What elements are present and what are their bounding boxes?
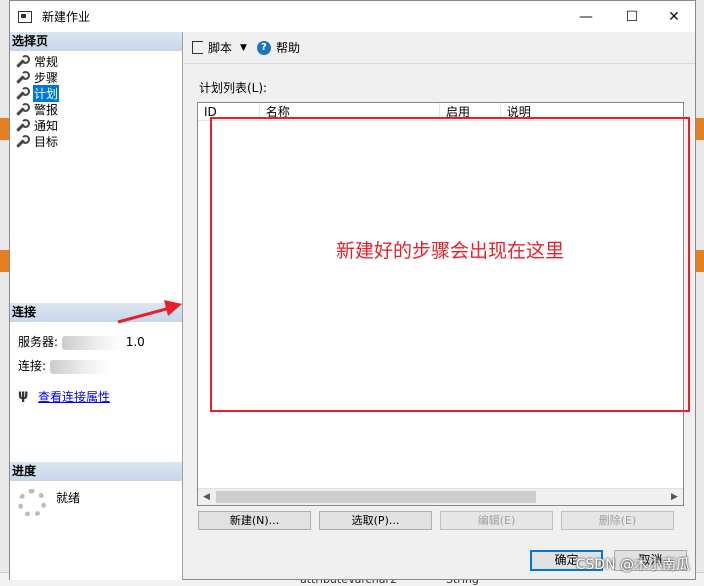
sidebar-item-label: 通知 — [34, 118, 59, 133]
progress-header: 进度 — [10, 462, 182, 481]
scroll-right-icon[interactable]: ▶ — [666, 489, 683, 506]
annotation-text: 新建好的步骤会出现在这里 — [335, 240, 564, 262]
wrench-icon — [15, 55, 30, 67]
help-button[interactable]: 帮助 — [276, 39, 300, 56]
background-app-left — [0, 0, 9, 586]
scroll-left-icon[interactable]: ◀ — [198, 489, 215, 506]
annotation-arrow-icon — [117, 300, 182, 324]
sidebar-item-targets[interactable]: 目标 — [15, 133, 182, 149]
wrench-icon — [15, 87, 30, 99]
maximize-button[interactable]: ☐ — [609, 1, 655, 32]
close-button[interactable]: ✕ — [651, 1, 697, 32]
server-row: 服务器: 1.0 — [18, 330, 182, 354]
wrench-icon — [15, 71, 30, 83]
window-icon — [18, 10, 32, 23]
sidebar-item-alerts[interactable]: 警报 — [15, 101, 182, 117]
progress-status: 就绪 — [56, 490, 81, 505]
horizontal-scrollbar[interactable]: ◀ ▶ — [198, 488, 683, 505]
connection-label: 连接: — [18, 359, 47, 373]
chevron-down-icon[interactable]: ▼ — [240, 43, 247, 53]
new-button[interactable]: 新建(N)... — [198, 511, 311, 530]
sidebar-item-label: 步骤 — [34, 70, 59, 85]
window-title: 新建作业 — [42, 10, 91, 24]
annotation-box: 新建好的步骤会出现在这里 — [210, 117, 690, 412]
redacted-connection — [49, 359, 110, 374]
edit-button[interactable]: 编辑(E) — [440, 511, 553, 530]
scrollbar-thumb[interactable] — [216, 491, 536, 503]
sidebar-item-label: 常规 — [34, 54, 59, 69]
schedule-list-label: 计划列表(L): — [199, 81, 268, 95]
script-button[interactable]: 脚本 — [208, 39, 232, 56]
column-description[interactable]: 说明 — [501, 103, 683, 117]
select-page-header: 选择页 — [10, 32, 182, 51]
watermark: CSDN @木小南瓜 — [575, 557, 690, 573]
background-app-right — [696, 0, 704, 586]
view-connection-properties-link[interactable]: 查看连接属性 — [38, 388, 110, 405]
toolbar: 脚本 ▼ ? 帮助 — [184, 32, 695, 64]
sidebar-item-general[interactable]: 常规 — [15, 53, 182, 69]
sidebar-item-steps[interactable]: 步骤 — [15, 69, 182, 85]
wrench-icon — [15, 103, 30, 115]
sidebar-item-schedules[interactable]: 计划 — [15, 84, 182, 102]
column-enabled[interactable]: 启用 — [440, 103, 501, 117]
column-name[interactable]: 名称 — [260, 103, 441, 117]
progress-spinner-icon — [18, 489, 46, 517]
connection-properties-icon — [18, 388, 32, 403]
server-label: 服务器: — [18, 335, 59, 349]
right-pane: 脚本 ▼ ? 帮助 计划列表(L): ID 名称 启用 说明 ◀ ▶ 新建好的步… — [184, 32, 695, 580]
script-icon — [192, 41, 203, 54]
wrench-icon — [15, 135, 30, 147]
redacted-server — [61, 335, 122, 350]
wrench-icon — [15, 119, 30, 131]
server-value-tail: 1.0 — [125, 335, 145, 349]
new-job-dialog: 新建作业 — ☐ ✕ 选择页 常规 步骤 计划 警报 通知 目标 连接 服务器:… — [9, 0, 696, 580]
sidebar-item-label: 计划 — [33, 84, 60, 102]
connection-row: 连接: — [18, 354, 182, 378]
pick-button[interactable]: 选取(P)... — [319, 511, 432, 530]
title-bar: 新建作业 — ☐ ✕ — [10, 1, 695, 32]
sidebar-item-notifications[interactable]: 通知 — [15, 117, 182, 133]
help-icon: ? — [256, 40, 271, 55]
delete-button[interactable]: 删除(E) — [561, 511, 674, 530]
sidebar-item-label: 警报 — [34, 102, 59, 117]
minimize-button[interactable]: — — [563, 1, 609, 32]
sidebar-item-label: 目标 — [34, 134, 59, 149]
page-list: 常规 步骤 计划 警报 通知 目标 — [10, 51, 182, 149]
column-id[interactable]: ID — [198, 103, 260, 117]
